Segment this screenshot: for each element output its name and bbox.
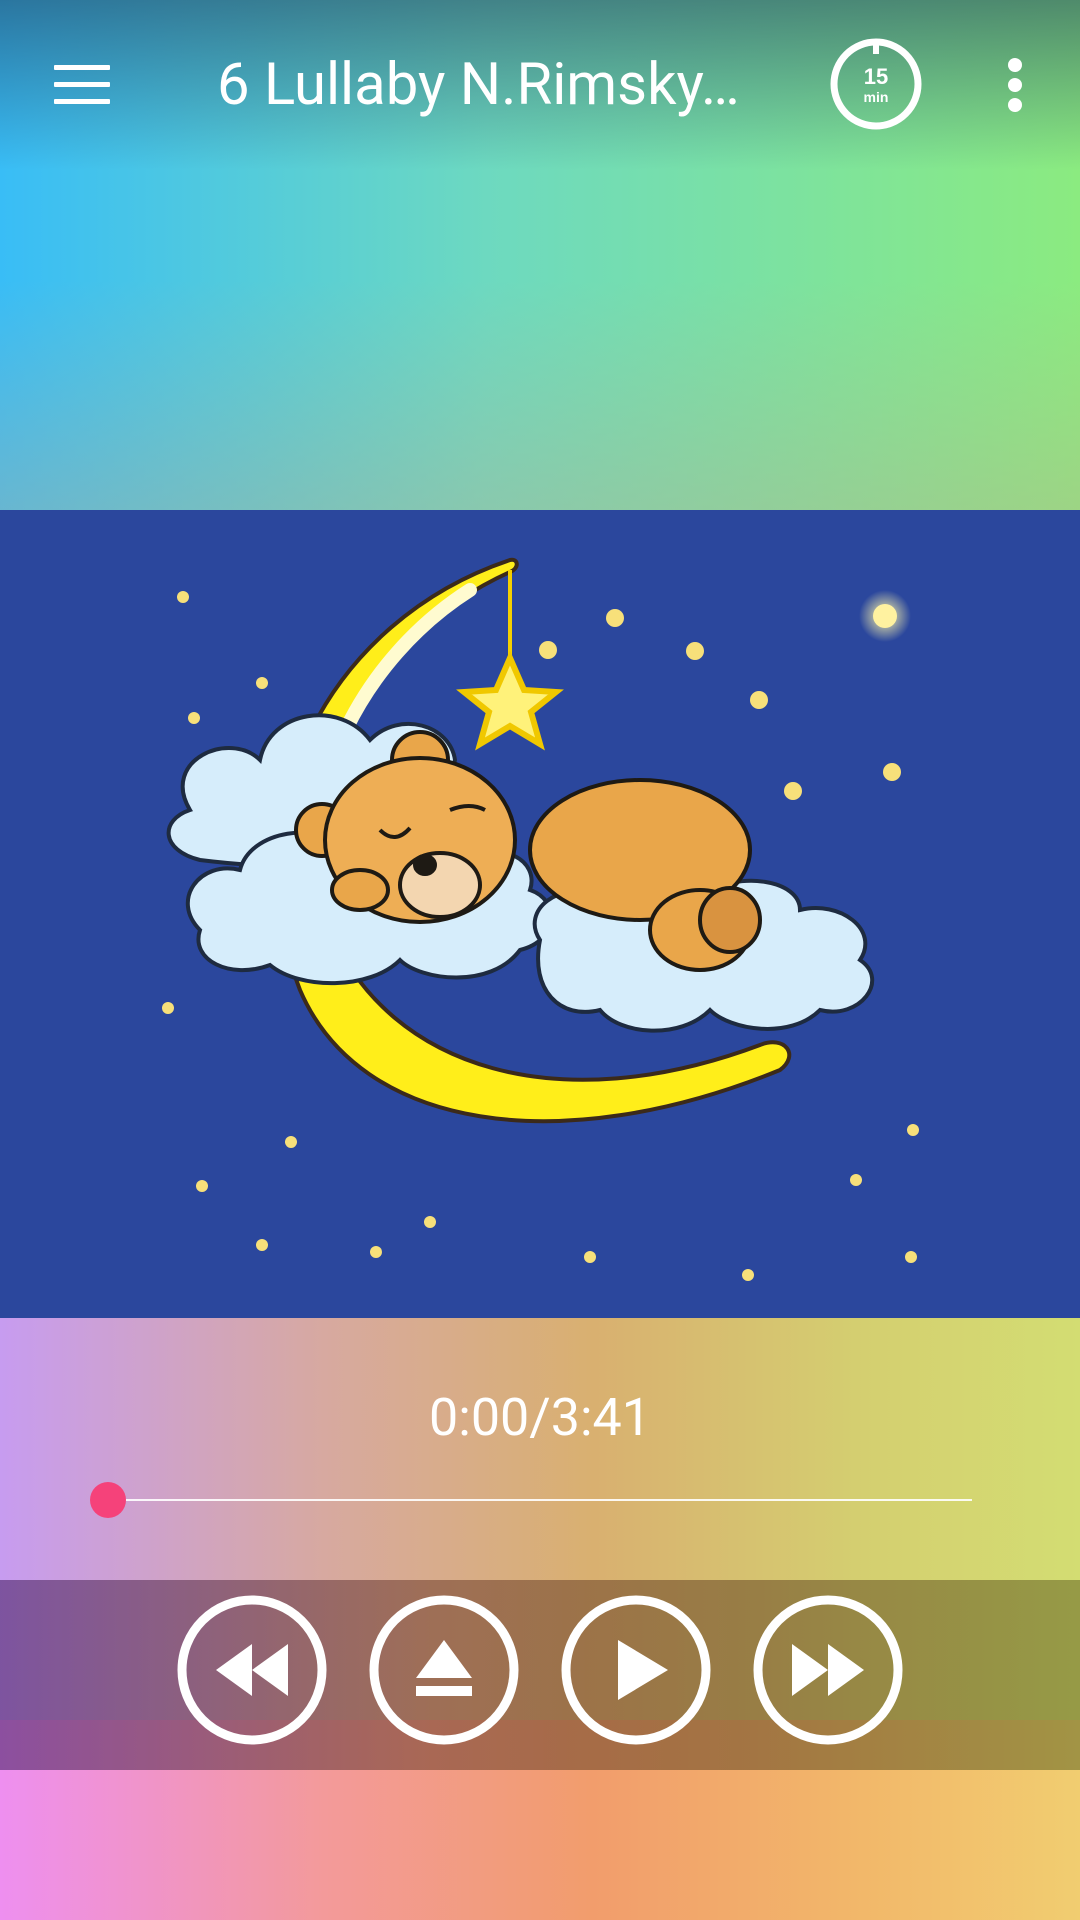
playback-controls bbox=[0, 1580, 1080, 1770]
menu-icon-line bbox=[54, 82, 110, 87]
seek-track bbox=[108, 1499, 972, 1501]
track-title: 6 Lullaby N.Rimsky… bbox=[217, 51, 740, 119]
app-bar: 6 Lullaby N.Rimsky… 15 min bbox=[0, 0, 1080, 170]
overflow-menu-button[interactable] bbox=[990, 50, 1040, 120]
play-icon bbox=[561, 1595, 711, 1745]
seek-thumb[interactable] bbox=[90, 1482, 126, 1518]
overflow-dot bbox=[1008, 98, 1022, 112]
player-screen: 6 Lullaby N.Rimsky… 15 min 0:00/3:41 bbox=[0, 0, 1080, 1920]
menu-button[interactable] bbox=[42, 52, 112, 112]
fast-forward-icon bbox=[753, 1595, 903, 1745]
menu-icon-line bbox=[54, 99, 110, 104]
timer-unit-label: min bbox=[864, 89, 889, 105]
overflow-dot bbox=[1008, 58, 1022, 72]
fast-forward-button[interactable] bbox=[752, 1594, 904, 1746]
hanging-star bbox=[456, 650, 564, 751]
eject-button[interactable] bbox=[368, 1594, 520, 1746]
seek-bar[interactable] bbox=[90, 1480, 972, 1520]
sleeping-bear-illustration bbox=[162, 557, 919, 1281]
timer-icon: 15 min bbox=[830, 38, 922, 130]
rewind-button[interactable] bbox=[176, 1594, 328, 1746]
play-button[interactable] bbox=[560, 1594, 712, 1746]
overflow-dot bbox=[1008, 78, 1022, 92]
sleep-timer-button[interactable]: 15 min bbox=[828, 36, 924, 132]
eject-icon bbox=[369, 1595, 519, 1745]
playback-time: 0:00/3:41 bbox=[429, 1387, 651, 1448]
menu-icon-line bbox=[54, 65, 110, 70]
album-artwork bbox=[0, 510, 1080, 1318]
cloud bbox=[166, 713, 875, 1033]
rewind-icon bbox=[177, 1595, 327, 1745]
timer-minutes-label: 15 bbox=[864, 64, 888, 89]
